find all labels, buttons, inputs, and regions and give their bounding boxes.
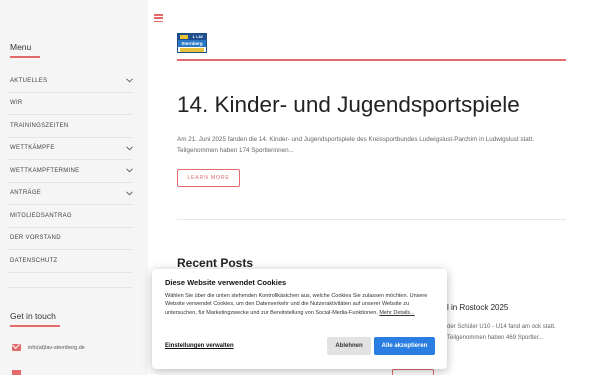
cookie-banner: Diese Website verwendet Cookies Wählen S…: [152, 269, 447, 369]
club-logo[interactable]: 1. LAV Sternberg: [177, 33, 207, 53]
sidebar-item-datenschutz[interactable]: DATENSCHUTZ: [7, 250, 133, 273]
phone-icon: [12, 370, 21, 375]
email-link[interactable]: info(at)lav-sternberg.de: [28, 345, 85, 351]
article-headline[interactable]: 14. Kinder- und Jugendsportspiele: [177, 92, 520, 118]
divider: [7, 287, 133, 288]
sidebar-item-label: TRAININGSZEITEN: [10, 122, 69, 129]
sidebar-item-label: DATENSCHUTZ: [10, 257, 58, 264]
contact-email[interactable]: info(at)lav-sternberg.de: [12, 344, 85, 351]
recent-posts-title: Recent Posts: [177, 256, 254, 270]
sidebar-item-label: AKTUELLES: [10, 77, 48, 84]
accent-divider: [177, 59, 566, 61]
get-in-touch-title: Get in touch: [10, 311, 56, 321]
hamburger-menu-icon[interactable]: [154, 14, 163, 22]
cookie-banner-title: Diese Website verwendet Cookies: [165, 278, 287, 287]
more-details-link[interactable]: Mehr Details...: [379, 310, 414, 316]
chevron-down-icon[interactable]: [125, 144, 133, 152]
menu-title: Menu: [10, 42, 32, 52]
recent-post-button[interactable]: [392, 369, 434, 375]
sidebar-item-wir[interactable]: WIR: [7, 93, 133, 115]
logo-name: Sternberg: [178, 40, 206, 47]
menu-title-underline: [10, 56, 40, 58]
decline-button[interactable]: Ablehnen: [327, 337, 371, 355]
sidebar-item-label: MITGLIEDSANTRAG: [10, 212, 72, 219]
divider: [177, 219, 566, 220]
logo-flag: [180, 35, 188, 39]
sidebar-item-label: ANTRÄGE: [10, 190, 42, 197]
sidebar: Menu AKTUELLES WIR TRAININGSZEITEN WETTK…: [0, 0, 148, 375]
sidebar-item-aktuelles[interactable]: AKTUELLES: [7, 70, 133, 93]
sidebar-item-trainingszeiten[interactable]: TRAININGSZEITEN: [7, 115, 133, 138]
manage-settings-link[interactable]: Einstellungen verwalten: [165, 343, 234, 349]
sidebar-item-label: WETTKÄMPFE: [10, 145, 55, 152]
chevron-down-icon[interactable]: [125, 77, 133, 85]
mail-icon: [12, 344, 21, 351]
chevron-down-icon[interactable]: [125, 189, 133, 197]
sidebar-item-label: WIR: [10, 100, 23, 107]
sidebar-item-der-vorstand[interactable]: DER VORSTAND: [7, 228, 133, 250]
accept-all-button[interactable]: Alle akzeptieren: [374, 337, 435, 355]
chevron-down-icon[interactable]: [125, 167, 133, 175]
get-in-touch-underline: [10, 325, 60, 327]
recent-post-excerpt: der Schüler U10 - U14 fand am ock statt.…: [447, 324, 556, 341]
cookie-banner-text: Wählen Sie über die unten stehenden Kont…: [165, 292, 437, 317]
sidebar-item-label: WETTKAMPFTERMINE: [10, 167, 80, 174]
article-excerpt: Am 21. Juni 2025 fanden die 14. Kinder- …: [177, 136, 535, 154]
sidebar-item-wettkampftermine[interactable]: WETTKAMPFTERMINE: [7, 160, 133, 183]
recent-post-title[interactable]: l in Rostock 2025: [447, 303, 508, 312]
sidebar-item-antraege[interactable]: ANTRÄGE: [7, 183, 133, 205]
learn-more-button[interactable]: LEARN MORE: [177, 169, 240, 187]
sidebar-item-wettkaempfe[interactable]: WETTKÄMPFE: [7, 138, 133, 160]
sidebar-item-mitgliedsantrag[interactable]: MITGLIEDSANTRAG: [7, 205, 133, 228]
sidebar-nav: AKTUELLES WIR TRAININGSZEITEN WETTKÄMPFE…: [7, 70, 133, 273]
logo-stripe: [180, 48, 204, 52]
sidebar-item-label: DER VORSTAND: [10, 235, 61, 242]
